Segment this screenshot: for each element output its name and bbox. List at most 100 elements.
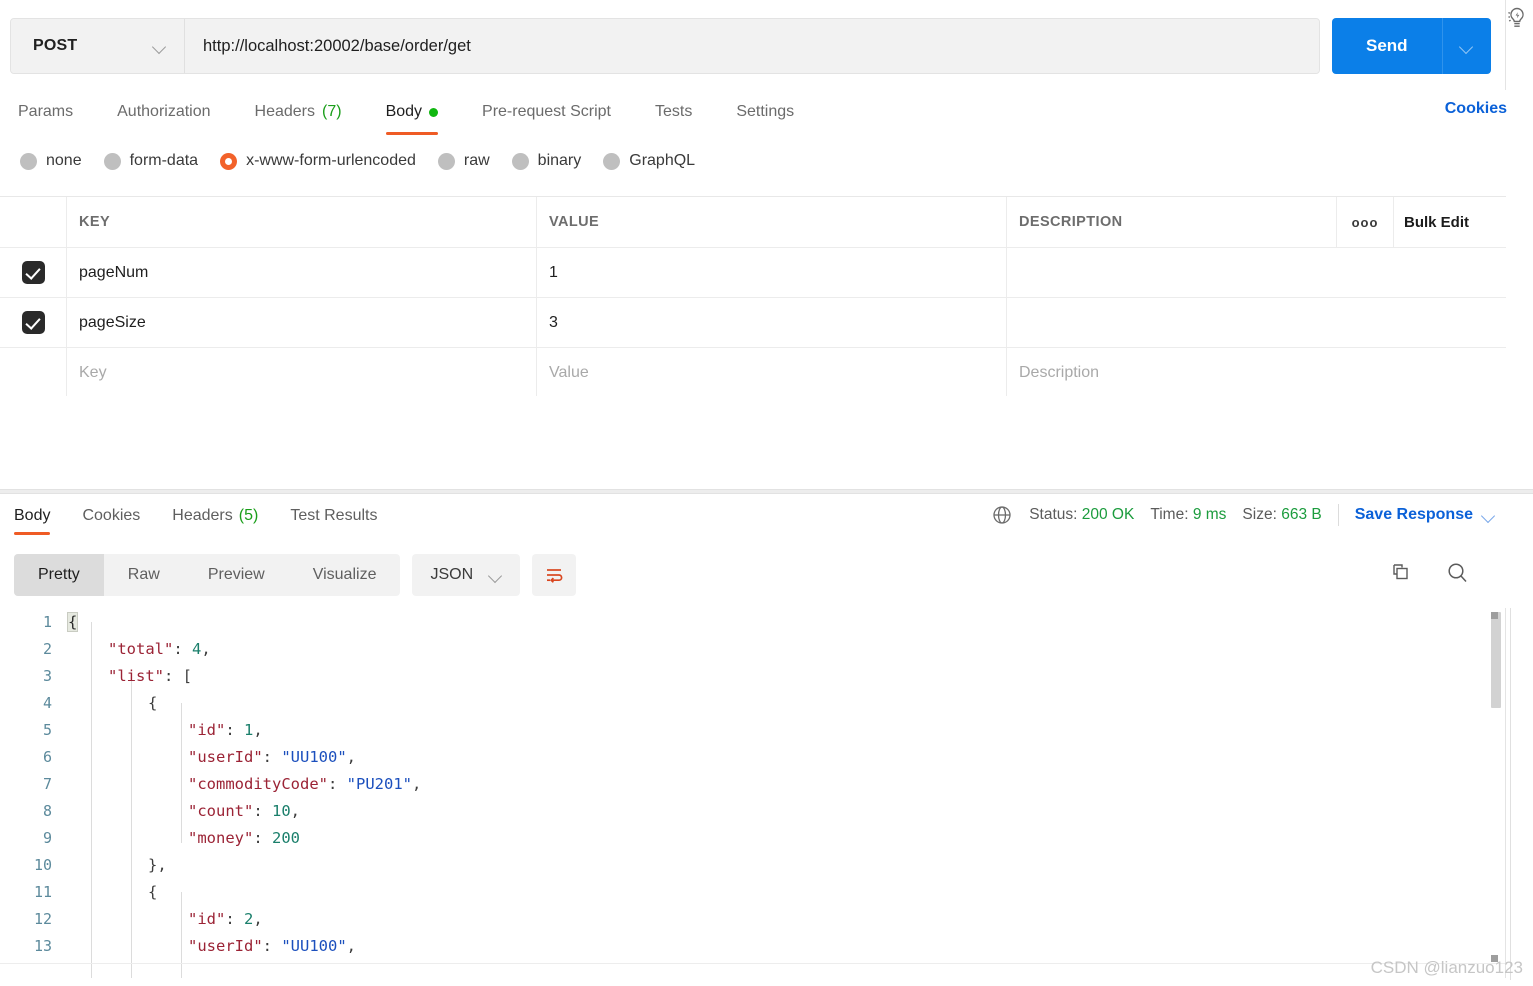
view-mode-raw[interactable]: Raw — [104, 554, 184, 596]
time-group: Time: 9 ms — [1150, 506, 1226, 524]
header-checkbox-cell — [0, 197, 67, 247]
view-mode-preview[interactable]: Preview — [184, 554, 289, 596]
tab-label: Body — [14, 507, 51, 524]
code-token: "id" — [188, 909, 226, 928]
indent-guide — [181, 892, 182, 978]
line-number: 5 — [42, 720, 52, 739]
response-tab-test-results[interactable]: Test Results — [274, 499, 393, 533]
code-token: "userId" — [188, 936, 263, 955]
view-mode-pretty[interactable]: Pretty — [14, 554, 104, 596]
table-row: pageNum 1 — [0, 248, 1506, 298]
search-icon[interactable] — [1445, 560, 1471, 586]
tab-body[interactable]: Body — [364, 92, 460, 135]
send-options-button[interactable] — [1442, 18, 1491, 74]
code-text: "total": 4, — [68, 640, 211, 658]
pane-divider[interactable] — [0, 489, 1533, 494]
tab-params[interactable]: Params — [18, 92, 95, 132]
row-value[interactable]: 3 — [549, 314, 558, 332]
header-key: KEY — [79, 214, 111, 230]
code-token: : — [253, 801, 272, 820]
copy-icon[interactable] — [1389, 561, 1413, 585]
code-token: [ — [182, 666, 193, 685]
new-value-input[interactable]: Value — [549, 364, 589, 382]
response-tab-body[interactable]: Body — [10, 499, 66, 535]
code-text: "id": 2, — [68, 910, 263, 928]
row-value[interactable]: 1 — [549, 264, 558, 282]
row-checkbox[interactable] — [21, 311, 45, 334]
radio-icon — [437, 152, 455, 170]
tab-pre-request-script[interactable]: Pre-request Script — [460, 92, 633, 132]
body-type-binary[interactable]: binary — [511, 152, 582, 170]
code-token: , — [201, 639, 211, 658]
new-key-input[interactable]: Key — [79, 364, 107, 382]
tab-label: Body — [385, 103, 423, 120]
body-type-none[interactable]: none — [20, 152, 82, 170]
globe-icon — [991, 504, 1013, 526]
response-tab-cookies[interactable]: Cookies — [66, 499, 156, 533]
body-type-raw[interactable]: raw — [437, 152, 490, 170]
table-options-icon[interactable]: ooo — [1352, 215, 1379, 230]
code-text: { — [66, 611, 79, 632]
radio-label: raw — [463, 152, 490, 169]
tab-headers[interactable]: Headers (7) — [233, 92, 364, 132]
tab-authorization[interactable]: Authorization — [95, 92, 232, 132]
code-text: { — [68, 883, 157, 901]
code-scrollbar-thumb[interactable] — [1491, 612, 1501, 708]
view-mode-visualize[interactable]: Visualize — [289, 554, 401, 596]
code-token: { — [148, 882, 158, 901]
line-number: 4 — [42, 693, 52, 712]
response-body-code[interactable]: 1{2 "total": 4, 3 "list": [4{5 "id": 1, 6 "use… — [0, 608, 1506, 978]
code-text: "money": 200 — [68, 829, 300, 847]
format-select[interactable]: JSON — [412, 554, 521, 596]
response-tabs: Body Cookies Headers (5) Test Results — [10, 499, 393, 535]
watermark: CSDN @lianzuo123 — [1370, 958, 1523, 977]
code-token: "total" — [108, 639, 174, 658]
code-text: { — [68, 694, 157, 712]
body-type-graphql[interactable]: GraphQL — [603, 152, 695, 170]
code-token: : — [225, 720, 244, 739]
divider — [1337, 504, 1339, 526]
response-actions — [1389, 560, 1471, 586]
bulk-edit-button[interactable]: Bulk Edit — [1404, 214, 1469, 231]
send-group: Send — [1332, 18, 1491, 74]
tab-label: Headers — [254, 103, 315, 120]
save-response-button[interactable]: Save Response — [1355, 506, 1495, 524]
line-number: 12 — [33, 909, 52, 928]
wrap-lines-button[interactable] — [532, 554, 577, 596]
code-line: 8 "count": 10, — [0, 797, 1505, 824]
body-type-form-data[interactable]: form-data — [103, 152, 198, 170]
line-number: 2 — [42, 639, 52, 658]
tab-label: Params — [18, 103, 74, 120]
code-token: 4 — [192, 639, 202, 658]
code-text: "userId": "UU100", — [68, 937, 356, 955]
code-line: 2 "total": 4, — [0, 635, 1505, 662]
radio-label: binary — [537, 152, 582, 169]
row-key[interactable]: pageNum — [79, 264, 148, 282]
url-input[interactable] — [185, 19, 1319, 73]
tab-tests[interactable]: Tests — [633, 92, 714, 132]
tab-label: Authorization — [117, 103, 211, 120]
code-token: "userId" — [188, 747, 263, 766]
code-token: : — [225, 909, 244, 928]
row-checkbox[interactable] — [21, 261, 45, 284]
tab-settings[interactable]: Settings — [714, 92, 816, 132]
cookies-link[interactable]: Cookies — [1445, 100, 1507, 118]
format-label: JSON — [430, 566, 474, 583]
http-method-select[interactable]: POST — [11, 19, 185, 73]
view-mode-group: Pretty Raw Preview Visualize — [14, 554, 401, 596]
time-value: 9 ms — [1192, 506, 1227, 523]
table-header-row: KEY VALUE DESCRIPTION ooo Bulk Edit — [0, 197, 1506, 248]
bottom-divider — [0, 963, 1506, 964]
wrap-text-icon — [547, 569, 563, 583]
code-line: 5 "id": 1, — [0, 716, 1505, 743]
row-key[interactable]: pageSize — [79, 314, 146, 332]
line-number: 13 — [33, 936, 52, 955]
code-line: 7 "commodityCode": "PU201", — [0, 770, 1505, 797]
new-description-input[interactable]: Description — [1019, 364, 1099, 382]
body-type-urlencoded[interactable]: x-www-form-urlencoded — [220, 152, 416, 170]
code-line: 3 "list": [ — [0, 662, 1505, 689]
response-tab-headers[interactable]: Headers (5) — [156, 499, 274, 533]
send-button[interactable]: Send — [1332, 18, 1443, 74]
lightbulb-icon[interactable] — [1505, 4, 1529, 32]
code-text: "count": 10, — [68, 802, 300, 820]
